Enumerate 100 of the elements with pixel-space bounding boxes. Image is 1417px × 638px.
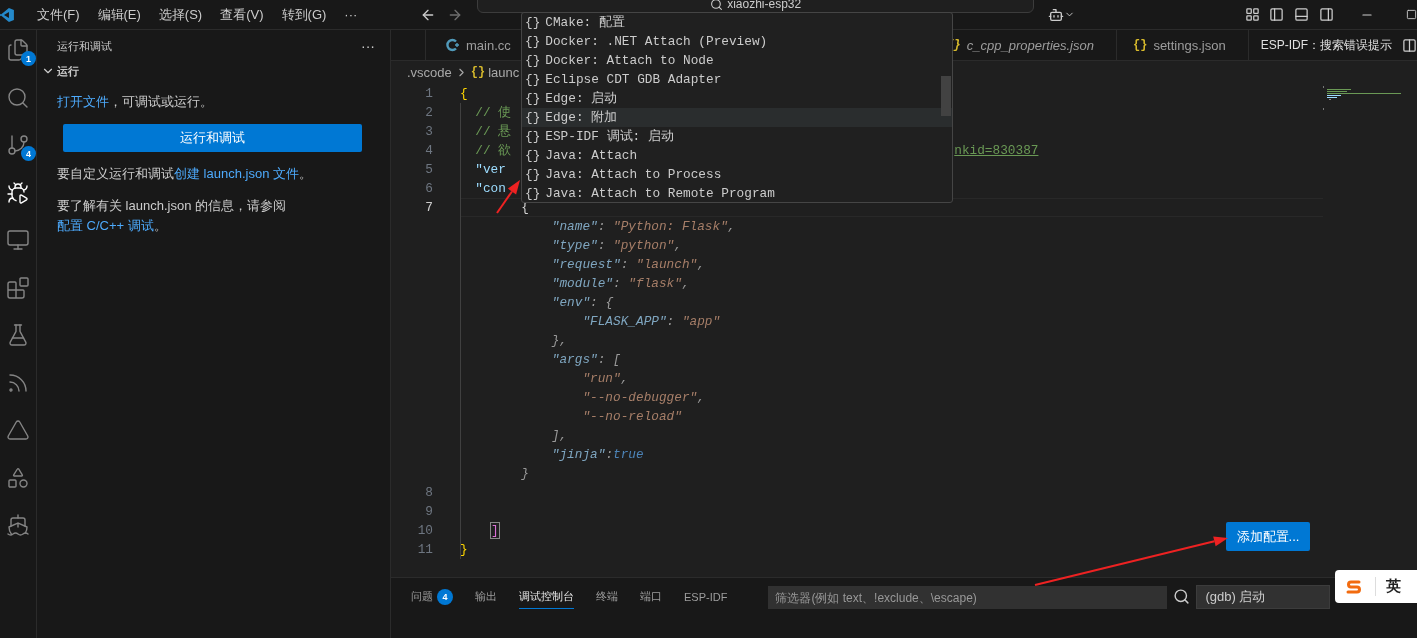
line-number: 4 bbox=[424, 142, 434, 160]
line-number: 11 bbox=[416, 541, 434, 559]
line-number: 7 bbox=[424, 199, 434, 217]
editor-tab[interactable]: ESP-IDF：搜索错误提示 bbox=[1247, 30, 1400, 60]
cpp-file-icon bbox=[446, 38, 460, 52]
suggestion-item[interactable]: {} Edge: 启动 bbox=[522, 89, 952, 108]
input-method-widget[interactable]: 英 bbox=[1335, 570, 1417, 603]
suggestion-preview-line: "run", bbox=[581, 370, 629, 388]
suggestion-preview-line: "env": { bbox=[550, 294, 614, 312]
help-text: 要自定义运行和调试创建 launch.json 文件。 bbox=[57, 165, 313, 183]
ship-icon[interactable] bbox=[6, 513, 30, 537]
minimap-drawing[interactable] bbox=[1323, 86, 1401, 110]
code-line: ] bbox=[490, 522, 499, 540]
url-link[interactable]: nkid=830387 bbox=[954, 141, 1039, 160]
monitor-icon[interactable] bbox=[6, 228, 30, 252]
breadcrumb-item[interactable]: launc bbox=[488, 64, 520, 80]
panel-tab[interactable]: ESP-IDF bbox=[684, 585, 728, 609]
help-text: 要了解有关 launch.json 的信息，请参阅 配置 C/C++ 调试。 bbox=[57, 197, 287, 235]
triangle-icon[interactable] bbox=[6, 418, 30, 442]
suggestion-item[interactable]: {} Eclipse CDT GDB Adapter bbox=[522, 70, 952, 89]
menu-item[interactable]: 编辑(E) bbox=[88, 5, 150, 24]
suggestion-preview-line: ], bbox=[550, 427, 568, 445]
files-icon[interactable] bbox=[6, 38, 30, 62]
line-number: 2 bbox=[424, 104, 434, 122]
section-title[interactable]: 运行 bbox=[57, 63, 79, 79]
link[interactable]: 配置 C/C++ 调试 bbox=[57, 218, 154, 233]
menu-item[interactable]: ··· bbox=[335, 7, 367, 22]
line-number: 10 bbox=[416, 522, 434, 540]
link[interactable]: 创建 launch.json 文件 bbox=[174, 166, 299, 181]
suggestion-item[interactable]: {} CMake: 配置 bbox=[522, 13, 952, 32]
menu-item[interactable]: 转到(G) bbox=[272, 5, 336, 24]
suggestion-preview-line: "module": "flask", bbox=[550, 275, 690, 293]
braces-icon: {} bbox=[470, 65, 486, 79]
suggestion-preview-line: "request": "launch", bbox=[550, 256, 705, 274]
line-number: 6 bbox=[424, 180, 434, 198]
line-number: 8 bbox=[424, 484, 434, 502]
suggestion-preview-line: }, bbox=[550, 332, 568, 350]
code-line: } bbox=[460, 541, 468, 559]
scrollbar-thumb[interactable] bbox=[941, 76, 951, 116]
source-control-icon[interactable] bbox=[6, 133, 30, 157]
braces-icon: {} bbox=[1133, 38, 1148, 52]
panel-right-icon[interactable] bbox=[1319, 7, 1334, 22]
panel-tab[interactable]: 端口 bbox=[640, 585, 662, 609]
panel-tab[interactable]: 输出 bbox=[475, 585, 497, 609]
app-logo-icon bbox=[0, 6, 14, 23]
suggestion-item[interactable]: {} Java: Attach to Process bbox=[522, 165, 952, 184]
run-debug-button[interactable]: 运行和调试 bbox=[63, 124, 362, 152]
panel-bottom-icon[interactable] bbox=[1294, 7, 1309, 22]
suggestion-preview-line: "--no-reload" bbox=[581, 408, 682, 426]
suggestion-preview-line: "args": [ bbox=[550, 351, 621, 369]
code-line: // 欲 bbox=[474, 142, 512, 160]
suggestion-preview-line: } bbox=[520, 465, 529, 483]
add-configuration-button[interactable]: 添加配置... bbox=[1226, 522, 1310, 551]
code-line: "con bbox=[474, 180, 506, 198]
help-text: 打开文件，可调试或运行。 bbox=[57, 93, 214, 111]
line-number: 5 bbox=[424, 161, 434, 179]
maximize-icon[interactable] bbox=[1406, 9, 1417, 20]
suggestion-preview-line: "name": "Python: Flask", bbox=[550, 218, 736, 236]
search-icon bbox=[710, 0, 724, 11]
suggestion-item[interactable]: {} ESP-IDF 调试: 启动 bbox=[522, 127, 952, 146]
code-line: { bbox=[460, 85, 468, 103]
suggestion-preview-line: "FLASK_APP": "app" bbox=[581, 313, 721, 331]
menu-item[interactable]: 查看(V) bbox=[211, 5, 273, 24]
suggestion-preview-line: "--no-debugger", bbox=[581, 389, 705, 407]
workspace-name: xiaozhi-esp32 bbox=[727, 0, 802, 11]
count-badge: 1 bbox=[21, 51, 36, 66]
filter-field[interactable]: 筛选器(例如 text、!exclude、\escape) bbox=[768, 586, 1168, 609]
suggestion-item[interactable]: {} Java: Attach to Remote Program bbox=[522, 184, 952, 202]
robot-icon[interactable] bbox=[1048, 6, 1064, 23]
editor-tab[interactable]: {} settings.json bbox=[1116, 30, 1248, 60]
suggestion-item[interactable]: {} Java: Attach bbox=[522, 146, 952, 165]
suggestion-preview-line: "type": "python", bbox=[550, 237, 682, 255]
count-badge: 4 bbox=[21, 146, 36, 161]
line-number: 9 bbox=[424, 503, 434, 521]
suggestion-item[interactable]: {} Edge: 附加 bbox=[522, 108, 952, 127]
menu-item[interactable]: 文件(F) bbox=[27, 5, 89, 24]
menu-item[interactable]: 选择(S) bbox=[149, 5, 212, 24]
count-badge: 4 bbox=[437, 588, 453, 605]
link[interactable]: 打开文件 bbox=[57, 94, 109, 109]
search-icon[interactable] bbox=[1173, 588, 1191, 605]
search-icon[interactable] bbox=[6, 85, 30, 110]
panel-tab[interactable]: 问题 4 bbox=[411, 585, 453, 609]
code-line: // 悬 bbox=[474, 123, 512, 141]
breadcrumb-item[interactable]: .vscode bbox=[407, 64, 452, 80]
suggestion-preview-line: "jinja":true bbox=[550, 446, 644, 464]
panel-left-icon[interactable] bbox=[1269, 7, 1284, 22]
code-line: "ver bbox=[474, 161, 506, 179]
panel-tab[interactable]: 终端 bbox=[596, 585, 618, 609]
more-actions[interactable]: ··· bbox=[361, 38, 375, 54]
flask-icon[interactable] bbox=[6, 323, 30, 347]
line-number: 1 bbox=[424, 85, 434, 103]
extensions-icon[interactable] bbox=[6, 275, 30, 300]
editor-tab[interactable]: main.cc bbox=[425, 30, 521, 60]
line-number: 3 bbox=[424, 123, 434, 141]
panel-tab[interactable]: 调试控制台 bbox=[519, 585, 574, 609]
shapes-icon[interactable] bbox=[6, 465, 30, 490]
sidebar-title: 运行和调试 bbox=[57, 38, 112, 54]
launch-config-select[interactable]: (gdb) 启动 bbox=[1196, 585, 1331, 609]
layout-grid-icon[interactable] bbox=[1245, 7, 1260, 22]
run-debug-icon[interactable] bbox=[6, 180, 30, 205]
